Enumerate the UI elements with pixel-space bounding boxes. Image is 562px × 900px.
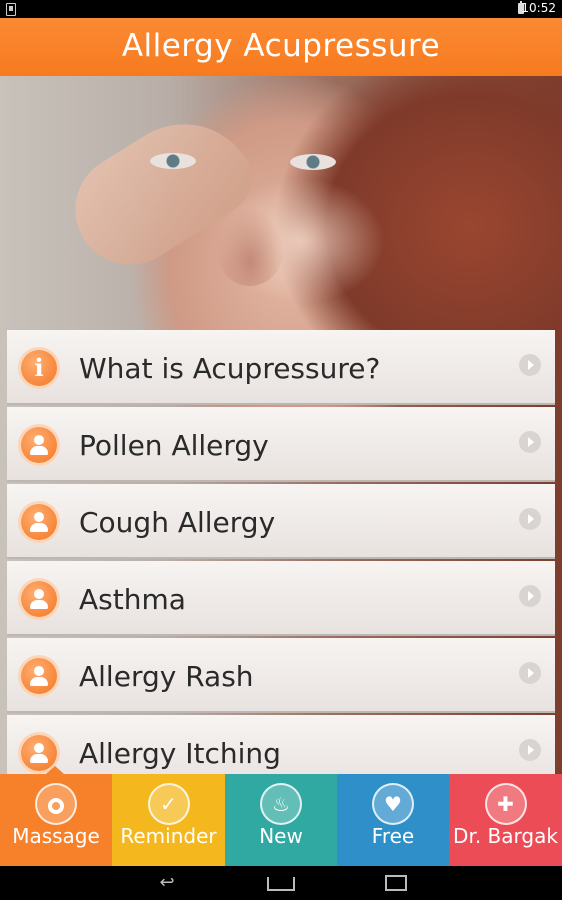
tab-dr-bargak[interactable]: ✚ Dr. Bargak xyxy=(449,774,562,866)
system-nav-bar: ↩ xyxy=(0,866,562,900)
person-icon xyxy=(21,658,57,694)
chevron-right-icon xyxy=(519,431,541,453)
eye-shape xyxy=(150,153,196,169)
list-item-label: Cough Allergy xyxy=(79,506,276,539)
list-item-cough-allergy[interactable]: Cough Allergy xyxy=(7,484,555,559)
tab-new[interactable]: ♨ New xyxy=(225,774,337,866)
notification-icon xyxy=(6,3,16,16)
person-icon xyxy=(21,504,57,540)
list-item-what-is-acupressure[interactable]: i What is Acupressure? xyxy=(7,330,555,405)
list-item-label: Asthma xyxy=(79,583,186,616)
status-bar: 10:52 xyxy=(0,0,562,18)
flame-icon: ♨ xyxy=(260,783,302,825)
tab-reminder[interactable]: ✓ Reminder xyxy=(112,774,225,866)
watch-icon: ✓ xyxy=(147,783,190,825)
list-item-pollen-allergy[interactable]: Pollen Allergy xyxy=(7,407,555,482)
status-time: 10:52 xyxy=(521,1,556,15)
person-icon xyxy=(21,427,57,463)
chevron-right-icon xyxy=(519,508,541,530)
chevron-right-icon xyxy=(519,585,541,607)
back-icon[interactable]: ↩ xyxy=(152,872,182,894)
chevron-right-icon xyxy=(519,354,541,376)
home-icon[interactable] xyxy=(266,872,296,894)
list-item-label: Pollen Allergy xyxy=(79,429,269,462)
bottom-tab-bar: Massage ✓ Reminder ♨ New ♥ Free ✚ Dr. Ba… xyxy=(0,766,562,866)
list-item-label: Allergy Itching xyxy=(79,737,281,770)
target-icon xyxy=(35,783,77,825)
topic-list: i What is Acupressure? Pollen Allergy Co… xyxy=(7,330,555,774)
info-icon: i xyxy=(21,350,57,386)
tab-label: Free xyxy=(371,824,415,848)
list-item-label: Allergy Rash xyxy=(79,660,254,693)
tab-label: New xyxy=(259,824,303,848)
list-item-label: What is Acupressure? xyxy=(79,352,381,385)
phone-heart-icon: ♥ xyxy=(372,783,414,825)
list-item-asthma[interactable]: Asthma xyxy=(7,561,555,636)
person-icon xyxy=(21,581,57,617)
eye-shape xyxy=(290,154,336,170)
doctor-icon: ✚ xyxy=(484,783,527,825)
page-title: Allergy Acupressure xyxy=(121,28,441,64)
chevron-right-icon xyxy=(519,662,541,684)
tab-label: Dr. Bargak xyxy=(453,824,558,848)
chevron-right-icon xyxy=(519,739,541,761)
tab-label: Reminder xyxy=(120,824,217,848)
nose-shape xyxy=(215,206,285,286)
list-item-allergy-itching[interactable]: Allergy Itching xyxy=(7,715,555,774)
tab-label: Massage xyxy=(12,824,100,848)
list-item-allergy-rash[interactable]: Allergy Rash xyxy=(7,638,555,713)
app-header: Allergy Acupressure xyxy=(0,18,562,76)
recent-apps-icon[interactable] xyxy=(381,872,411,894)
tab-massage[interactable]: Massage xyxy=(0,766,112,866)
tab-free[interactable]: ♥ Free xyxy=(337,774,449,866)
